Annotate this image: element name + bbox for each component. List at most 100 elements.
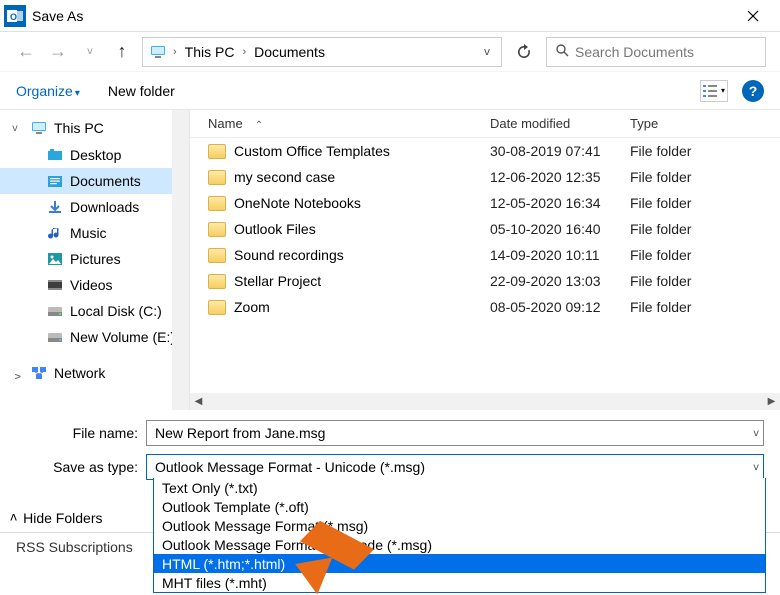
folder-icon (208, 196, 226, 211)
horizontal-scrollbar[interactable]: ◀ ▶ (190, 393, 780, 410)
file-date: 12-06-2020 12:35 (490, 169, 630, 185)
file-type: File folder (630, 143, 691, 159)
folder-type-icon (46, 250, 64, 268)
sidebar-scrollbar[interactable] (172, 110, 189, 410)
tree-item-desktop[interactable]: ⅴDesktop (0, 142, 189, 168)
tree-item-label: New Volume (E:) (70, 329, 175, 345)
file-type: File folder (630, 247, 691, 263)
chevron-right-icon: › (242, 46, 246, 58)
folder-icon (208, 300, 226, 315)
back-button[interactable]: ← (14, 40, 38, 64)
folder-icon (208, 222, 226, 237)
file-type: File folder (630, 273, 691, 289)
explorer-body: ⅴ This PC ⅴDesktopⅴDocumentsⅴDownloadsⅴM… (0, 110, 780, 410)
type-option[interactable]: Outlook Message Format - Unicode (*.msg) (154, 535, 765, 554)
chevron-right-icon: › (173, 46, 177, 58)
caret-down-icon[interactable]: ⅴ (753, 462, 759, 473)
refresh-button[interactable] (510, 38, 538, 66)
file-date: 08-05-2020 09:12 (490, 299, 630, 315)
new-folder-button[interactable]: New folder (108, 83, 175, 99)
outlook-icon: O (4, 5, 26, 27)
tree-root-label: This PC (54, 120, 104, 136)
address-dropdown-button[interactable]: ⅴ (479, 37, 495, 67)
save-form: File name: New Report from Jane.msg ⅴ Sa… (0, 410, 780, 480)
file-row[interactable]: Custom Office Templates30-08-2019 07:41F… (190, 138, 780, 164)
folder-type-icon (46, 224, 64, 242)
tree-item-label: Videos (70, 277, 113, 293)
nav-tree: ⅴ This PC ⅴDesktopⅴDocumentsⅴDownloadsⅴM… (0, 110, 190, 410)
tree-item-videos[interactable]: ⅴVideos (0, 272, 189, 298)
file-row[interactable]: Stellar Project22-09-2020 13:03File fold… (190, 268, 780, 294)
file-list: Name⌃ Date modified Type Custom Office T… (190, 110, 780, 410)
svg-text:O: O (10, 12, 17, 22)
file-type: File folder (630, 221, 691, 237)
organize-button[interactable]: Organize▾ (16, 83, 80, 99)
up-button[interactable]: ↑ (110, 40, 134, 64)
tree-item-pictures[interactable]: ⅴPictures (0, 246, 189, 272)
breadcrumb-this-pc[interactable]: This PC (183, 42, 237, 62)
filename-input[interactable]: New Report from Jane.msg ⅴ (146, 420, 764, 446)
type-option[interactable]: Outlook Message Format (*.msg) (154, 516, 765, 535)
file-row[interactable]: OneNote Notebooks12-05-2020 16:34File fo… (190, 190, 780, 216)
recent-locations-button[interactable]: ⅴ (78, 40, 102, 64)
save-as-type-dropdown[interactable]: Outlook Message Format - Unicode (*.msg)… (146, 454, 764, 480)
window-title: Save As (32, 8, 730, 24)
tree-root-this-pc[interactable]: ⅴ This PC (0, 114, 189, 142)
network-icon (30, 364, 48, 382)
forward-button[interactable]: → (46, 40, 70, 64)
command-bar: Organize▾ New folder ▾ ? (0, 72, 780, 110)
folder-icon (208, 144, 226, 159)
breadcrumb-documents[interactable]: Documents (252, 42, 327, 62)
folder-icon (208, 248, 226, 263)
scroll-left-button[interactable]: ◀ (190, 393, 207, 410)
close-button[interactable] (730, 0, 776, 32)
type-option[interactable]: HTML (*.htm;*.html) (154, 554, 765, 573)
chevron-up-icon: ⅴ (10, 511, 17, 525)
tree-item-label: Local Disk (C:) (70, 303, 162, 319)
type-option[interactable]: Outlook Template (*.oft) (154, 497, 765, 516)
save-as-type-label: Save as type: (16, 459, 146, 475)
file-row[interactable]: Sound recordings14-09-2020 10:11File fol… (190, 242, 780, 268)
filename-value: New Report from Jane.msg (155, 425, 325, 441)
close-icon (747, 10, 759, 22)
file-type: File folder (630, 195, 691, 211)
hide-folders-label: Hide Folders (23, 510, 102, 526)
status-text: RSS Subscriptions (16, 539, 133, 555)
scroll-right-button[interactable]: ▶ (763, 393, 780, 410)
search-input[interactable]: Search Documents (546, 37, 766, 67)
type-option[interactable]: Text Only (*.txt) (154, 478, 765, 497)
file-date: 30-08-2019 07:41 (490, 143, 630, 159)
file-row[interactable]: my second case 12-06-2020 12:35File folde… (190, 164, 780, 190)
type-option[interactable]: MHT files (*.mht) (154, 573, 765, 592)
column-header-date[interactable]: Date modified (490, 116, 630, 131)
tree-item-music[interactable]: ⅴMusic (0, 220, 189, 246)
column-header-type[interactable]: Type (630, 116, 780, 131)
address-bar[interactable]: › This PC › Documents ⅴ (142, 37, 502, 67)
search-icon (555, 43, 569, 60)
tree-item-label: Documents (70, 173, 141, 189)
file-date: 14-09-2020 10:11 (490, 247, 630, 263)
tree-item-documents[interactable]: ⅴDocuments (0, 168, 189, 194)
folder-type-icon (46, 328, 64, 346)
tree-item-label: Pictures (70, 251, 121, 267)
caret-down-icon[interactable]: ⅴ (753, 428, 759, 439)
tree-item-local-disk-c-[interactable]: ⅴLocal Disk (C:) (0, 298, 189, 324)
file-row[interactable]: Zoom08-05-2020 09:12File folder (190, 294, 780, 320)
folder-type-icon (46, 198, 64, 216)
tree-item-new-volume-e-[interactable]: ⅴNew Volume (E:) (0, 324, 189, 350)
view-options-button[interactable]: ▾ (700, 80, 728, 102)
file-date: 22-09-2020 13:03 (490, 273, 630, 289)
column-header-name[interactable]: Name⌃ (190, 116, 490, 131)
filename-label: File name: (16, 425, 146, 441)
file-name: my second case (234, 169, 335, 185)
file-date: 05-10-2020 16:40 (490, 221, 630, 237)
file-type: File folder (630, 299, 691, 315)
file-row[interactable]: Outlook Files05-10-2020 16:40File folder (190, 216, 780, 242)
tree-network[interactable]: ⅴ Network (0, 360, 189, 386)
save-as-type-value: Outlook Message Format - Unicode (*.msg) (155, 459, 425, 475)
file-type: File folder (630, 169, 691, 185)
help-button[interactable]: ? (742, 80, 764, 102)
tree-item-label: Desktop (70, 147, 121, 163)
list-view-icon (703, 85, 719, 97)
tree-item-downloads[interactable]: ⅴDownloads (0, 194, 189, 220)
